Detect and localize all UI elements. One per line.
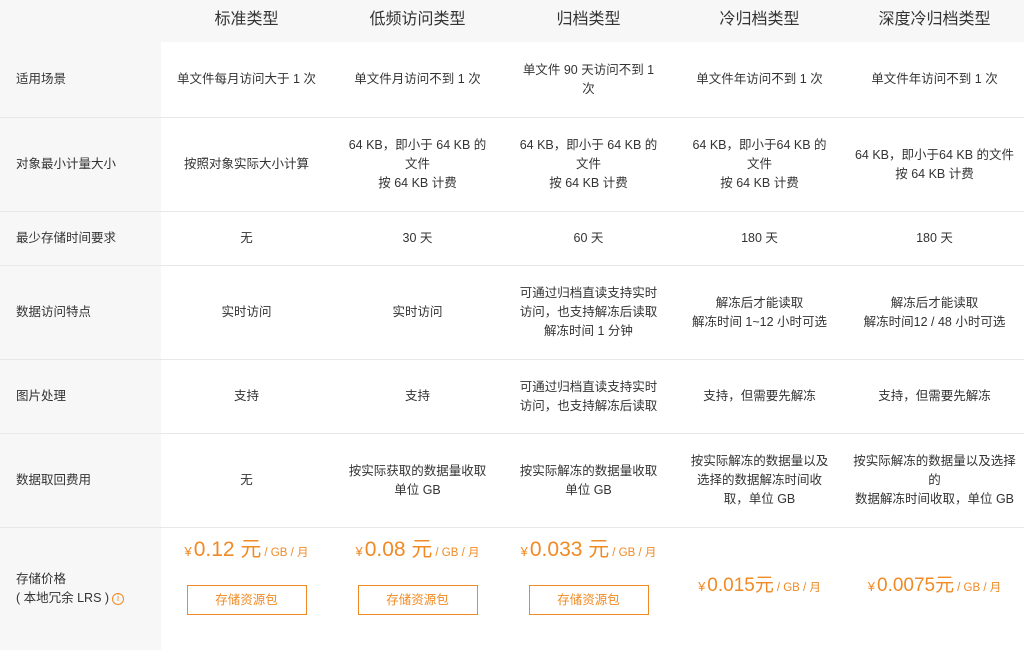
table-cell: 支持 [332,360,503,434]
table-cell: 无 [161,434,332,528]
price-unit: / GB / 月 [957,582,1002,594]
row-label-storage-price: 存储价格 ( 本地冗余 LRS ) i [0,528,161,650]
price-unit: / GB / 月 [264,547,309,559]
currency-symbol: ¥ [698,579,706,594]
currency-symbol: ¥ [184,544,192,559]
price-infrequent: ¥ 0.08 元 / GB / 月 [355,538,480,563]
column-header-infrequent: 低频访问类型 [332,0,503,42]
row-label-min-storage-time: 最少存储时间要求 [0,212,161,266]
table-cell: 180 天 [674,212,845,266]
table-cell: 支持 [161,360,332,434]
row-label-min-object-size: 对象最小计量大小 [0,118,161,212]
info-circle-icon[interactable]: i [112,592,125,605]
table-cell: 单文件每月访问大于 1 次 [161,42,332,118]
price-label-redundancy: ( 本地冗余 LRS ) i [16,589,125,608]
currency-symbol: ¥ [355,544,363,559]
table-cell: 按照对象实际大小计算 [161,118,332,212]
column-header-deep-cold-archive: 深度冷归档类型 [845,0,1024,42]
storage-package-button-standard[interactable]: 存储资源包 [186,585,307,615]
currency-symbol: ¥ [867,579,875,594]
column-header-archive: 归档类型 [503,0,674,42]
price-amount: 0.08 元 [364,538,433,561]
table-cell: 单文件 90 天访问不到 1 次 [503,42,674,118]
price-label-title: 存储价格 [16,572,67,586]
currency-symbol: ¥ [520,544,528,559]
table-cell: 支持，但需要先解冻 [845,360,1024,434]
table-corner [0,0,161,42]
row-label-use-case: 适用场景 [0,42,161,118]
price-standard: ¥ 0.12 元 / GB / 月 [184,538,309,563]
table-cell: 64 KB，即小于 64 KB 的 文件 按 64 KB 计费 [332,118,503,212]
storage-package-button-archive[interactable]: 存储资源包 [528,585,649,615]
pricing-comparison-table: 标准类型 低频访问类型 归档类型 冷归档类型 深度冷归档类型 适用场景 单文件每… [0,0,1024,650]
table-cell: 64 KB，即小于64 KB 的 文件 按 64 KB 计费 [674,118,845,212]
table-cell: 单文件月访问不到 1 次 [332,42,503,118]
table-cell: 按实际解冻的数据量收取 单位 GB [503,434,674,528]
price-amount: 0.033 元 [529,538,610,561]
price-cell-infrequent: ¥ 0.08 元 / GB / 月 存储资源包 [332,528,503,650]
table-cell: 按实际获取的数据量收取 单位 GB [332,434,503,528]
price-label-redundancy-text: ( 本地冗余 LRS ) [16,591,110,605]
price-archive: ¥ 0.033 元 / GB / 月 [520,538,657,563]
price-cell-deep-cold-archive: ¥ 0.0075元 / GB / 月 [845,528,1024,650]
price-deep-cold-archive: ¥ 0.0075元 / GB / 月 [868,576,1001,598]
table-cell: 解冻后才能读取 解冻时间 1~12 小时可选 [674,266,845,360]
price-cell-standard: ¥ 0.12 元 / GB / 月 存储资源包 [161,528,332,650]
table-cell: 按实际解冻的数据量以及 选择的数据解冻时间收 取，单位 GB [674,434,845,528]
row-label-access-characteristics: 数据访问特点 [0,266,161,360]
column-header-standard: 标准类型 [161,0,332,42]
price-amount: 0.015元 [707,575,774,596]
table-cell: 可通过归档直读支持实时 访问，也支持解冻后读取 解冻时间 1 分钟 [503,266,674,360]
price-cell-cold-archive: ¥ 0.015元 / GB / 月 [674,528,845,650]
price-cell-archive: ¥ 0.033 元 / GB / 月 存储资源包 [503,528,674,650]
table-cell: 无 [161,212,332,266]
price-unit: / GB / 月 [612,547,657,559]
table-cell: 30 天 [332,212,503,266]
table-cell: 按实际解冻的数据量以及选择的 数据解冻时间收取，单位 GB [845,434,1024,528]
price-label-stack: 存储价格 ( 本地冗余 LRS ) i [16,570,125,608]
table-cell: 64 KB，即小于64 KB 的文件 按 64 KB 计费 [845,118,1024,212]
table-cell: 可通过归档直读支持实时 访问，也支持解冻后读取 [503,360,674,434]
price-unit: / GB / 月 [435,547,480,559]
table-cell: 60 天 [503,212,674,266]
table-cell: 实时访问 [161,266,332,360]
row-label-image-processing: 图片处理 [0,360,161,434]
table-cell: 180 天 [845,212,1024,266]
table-cell: 64 KB，即小于 64 KB 的 文件 按 64 KB 计费 [503,118,674,212]
table-cell: 单文件年访问不到 1 次 [674,42,845,118]
price-cold-archive: ¥ 0.015元 / GB / 月 [698,576,821,598]
price-amount: 0.0075元 [877,575,955,596]
table-cell: 实时访问 [332,266,503,360]
table-cell: 单文件年访问不到 1 次 [845,42,1024,118]
table-cell: 解冻后才能读取 解冻时间12 / 48 小时可选 [845,266,1024,360]
price-unit: / GB / 月 [776,582,821,594]
column-header-cold-archive: 冷归档类型 [674,0,845,42]
storage-package-button-infrequent[interactable]: 存储资源包 [357,585,478,615]
price-amount: 0.12 元 [193,538,262,561]
row-label-retrieval-fee: 数据取回费用 [0,434,161,528]
table-cell: 支持，但需要先解冻 [674,360,845,434]
